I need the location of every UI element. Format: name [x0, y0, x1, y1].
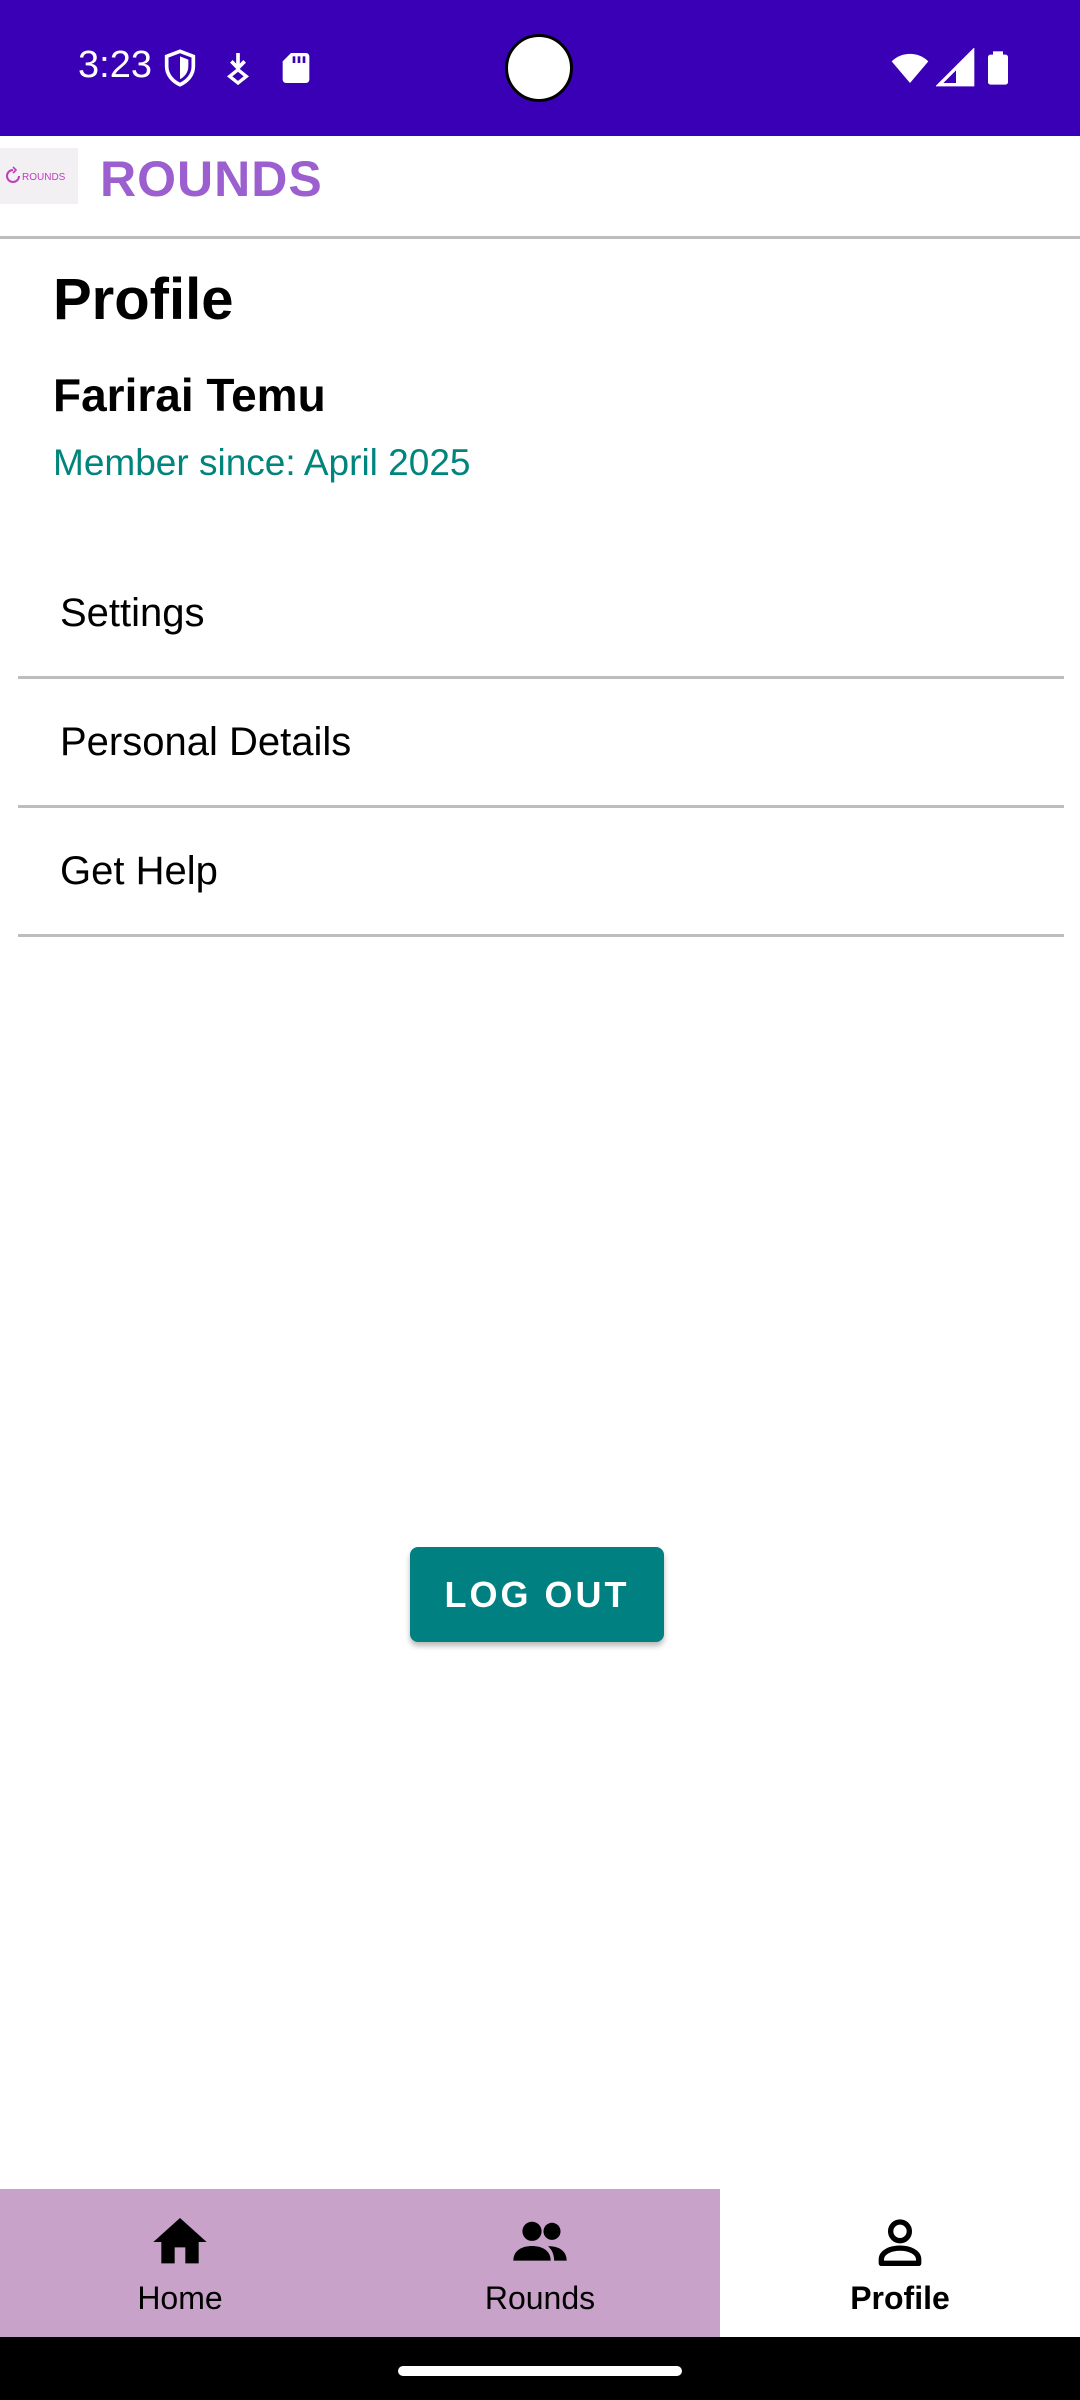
home-gesture-handle[interactable]	[398, 2366, 682, 2376]
camera-cutout	[505, 34, 573, 102]
battery-icon	[988, 51, 1008, 85]
nav-item-home[interactable]: Home	[0, 2189, 360, 2337]
home-icon	[153, 2217, 207, 2263]
menu-item-settings[interactable]: Settings	[18, 550, 1064, 679]
app-logo: ROUNDS	[0, 148, 78, 204]
sd-card-icon	[282, 53, 310, 83]
bottom-nav: Home Rounds Profile	[0, 2189, 1080, 2337]
wifi-icon	[891, 53, 929, 83]
page-title: Profile	[53, 267, 234, 332]
member-since: Member since: April 2025	[53, 442, 471, 483]
status-bar: 3:23	[0, 0, 1080, 136]
screen: 3:23 ROUNDS ROUNDS Profile Farirai Temu …	[0, 0, 1080, 2400]
person-icon	[878, 2218, 922, 2266]
status-time: 3:23	[78, 44, 152, 86]
system-nav-bar	[0, 2337, 1080, 2400]
signal-icon	[936, 48, 975, 87]
menu-item-get-help[interactable]: Get Help	[18, 808, 1064, 937]
profile-menu: Settings Personal Details Get Help	[18, 550, 1064, 937]
app-logo-mark: ROUNDS	[6, 166, 66, 183]
app-logo-text: ROUNDS	[22, 172, 66, 183]
group-icon	[513, 2221, 567, 2261]
app-title: ROUNDS	[100, 151, 323, 207]
menu-item-personal-details[interactable]: Personal Details	[18, 679, 1064, 808]
nav-label-rounds: Rounds	[484, 2279, 596, 2316]
nav-label-profile: Profile	[850, 2279, 950, 2316]
app-bar: ROUNDS ROUNDS	[0, 136, 1080, 239]
user-name: Farirai Temu	[53, 369, 326, 421]
nav-item-rounds[interactable]: Rounds	[360, 2189, 720, 2337]
logout-button[interactable]: LOG OUT	[410, 1547, 664, 1642]
nav-label-home: Home	[137, 2279, 223, 2316]
nav-item-profile[interactable]: Profile	[720, 2189, 1080, 2337]
shield-icon	[164, 49, 196, 87]
download-icon	[226, 53, 250, 86]
